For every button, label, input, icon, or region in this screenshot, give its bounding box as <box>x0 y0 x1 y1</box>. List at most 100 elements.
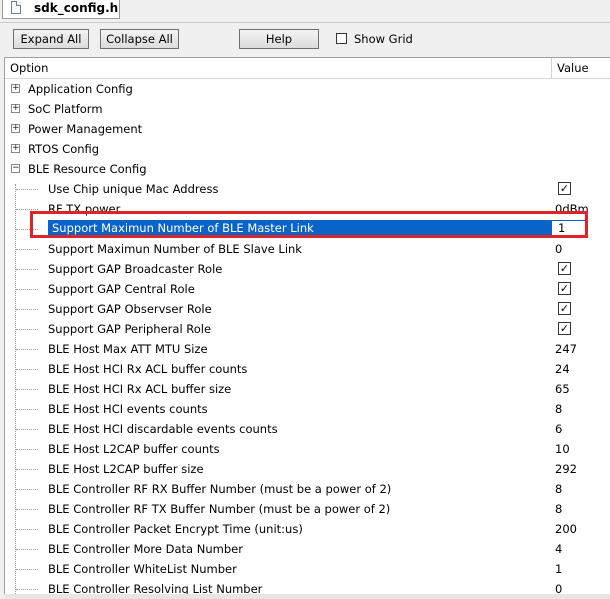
group-label: Application Config <box>28 82 133 96</box>
config-item-row[interactable]: BLE Controller RF TX Buffer Number (must… <box>5 499 610 519</box>
tree-branch-line <box>16 449 38 451</box>
option-value[interactable]: 200 <box>555 522 577 536</box>
tree-branch-line <box>16 509 38 511</box>
config-item-row[interactable]: Support Maximun Number of BLE Master Lin… <box>5 219 610 239</box>
option-label: Use Chip unique Mac Address <box>48 182 219 196</box>
tree-group-row[interactable]: + Power Management <box>5 119 610 139</box>
tree-branch-line <box>16 489 38 491</box>
config-item-row[interactable]: BLE Host HCI Rx ACL buffer counts 24 <box>5 359 610 379</box>
help-button[interactable]: Help <box>239 29 319 49</box>
option-checkbox[interactable]: ✓ <box>558 302 571 315</box>
option-value[interactable]: 24 <box>555 362 570 376</box>
config-item-row[interactable]: Support GAP Central Role ✓ <box>5 279 610 299</box>
config-item-row[interactable]: BLE Controller RF RX Buffer Number (must… <box>5 479 610 499</box>
expand-icon[interactable]: + <box>11 124 20 133</box>
show-grid-checkbox[interactable] <box>336 33 347 44</box>
option-value[interactable]: 6 <box>555 422 562 436</box>
option-checkbox[interactable]: ✓ <box>558 262 571 275</box>
option-value[interactable]: 8 <box>555 482 562 496</box>
config-item-row[interactable]: Use Chip unique Mac Address ✓ <box>5 179 610 199</box>
config-item-row[interactable]: Support GAP Observser Role ✓ <box>5 299 610 319</box>
config-item-row[interactable]: BLE Host HCI Rx ACL buffer size 65 <box>5 379 610 399</box>
option-value[interactable]: 292 <box>555 462 577 476</box>
tree-branch-line <box>16 349 38 351</box>
config-item-row[interactable]: BLE Controller Packet Encrypt Time (unit… <box>5 519 610 539</box>
option-label: BLE Controller Packet Encrypt Time (unit… <box>48 522 303 536</box>
tree-branch-line <box>16 429 38 431</box>
option-value[interactable]: 10 <box>555 442 570 456</box>
tree-branch-line <box>16 529 38 531</box>
tree-branch-line <box>16 289 38 291</box>
option-checkbox[interactable]: ✓ <box>558 182 571 195</box>
file-tab[interactable]: sdk_config.h <box>2 0 120 19</box>
value-edit-field[interactable]: 1 <box>551 220 587 237</box>
tree-branch-line <box>16 329 38 331</box>
config-item-row[interactable]: BLE Host HCI discardable events counts 6 <box>5 419 610 439</box>
tree-branch-line <box>16 309 38 311</box>
config-item-row[interactable]: Support GAP Peripheral Role ✓ <box>5 319 610 339</box>
expand-icon[interactable]: + <box>11 144 20 153</box>
option-value[interactable]: 247 <box>555 342 577 356</box>
tree-branch-line <box>16 409 38 411</box>
option-label: BLE Controller RF TX Buffer Number (must… <box>48 502 391 516</box>
collapse-all-button[interactable]: Collapse All <box>100 29 179 49</box>
config-item-row[interactable]: Support GAP Broadcaster Role ✓ <box>5 259 610 279</box>
config-item-row[interactable]: RF TX power 0dBm <box>5 199 610 219</box>
column-header-option[interactable]: Option <box>10 61 48 75</box>
tree-branch-line <box>16 249 38 251</box>
config-item-row[interactable]: BLE Controller WhiteList Number 1 <box>5 559 610 579</box>
group-label: BLE Resource Config <box>28 162 147 176</box>
option-value[interactable]: 4 <box>555 542 562 556</box>
option-label: Support GAP Peripheral Role <box>48 322 212 336</box>
option-label: BLE Host HCI Rx ACL buffer counts <box>48 362 248 376</box>
tree-group-row[interactable]: − BLE Resource Config <box>5 159 610 179</box>
option-label: BLE Host HCI Rx ACL buffer size <box>48 382 232 396</box>
tree-branch-line <box>16 389 38 391</box>
tree-branch-line <box>16 569 38 571</box>
option-value[interactable]: 0 <box>555 242 562 256</box>
tree-branch-line <box>16 369 38 371</box>
option-value[interactable]: 1 <box>555 562 562 576</box>
group-label: Power Management <box>28 122 143 136</box>
collapse-icon[interactable]: − <box>11 164 20 173</box>
option-value[interactable]: 0dBm <box>555 202 589 216</box>
config-item-row[interactable]: BLE Host L2CAP buffer counts 10 <box>5 439 610 459</box>
option-value[interactable]: 8 <box>555 502 562 516</box>
config-item-row[interactable]: BLE Host L2CAP buffer size 292 <box>5 459 610 479</box>
option-label: Support Maximun Number of BLE Slave Link <box>48 242 302 256</box>
column-divider[interactable] <box>551 58 552 78</box>
tree-branch-line <box>16 589 38 591</box>
column-header-value[interactable]: Value <box>557 61 589 75</box>
expand-icon[interactable]: + <box>11 84 20 93</box>
option-label: BLE Host L2CAP buffer size <box>48 462 204 476</box>
tree-group-row[interactable]: + RTOS Config <box>5 139 610 159</box>
option-checkbox[interactable]: ✓ <box>558 322 571 335</box>
group-label: RTOS Config <box>28 142 100 156</box>
option-label: BLE Controller RF RX Buffer Number (must… <box>48 482 392 496</box>
option-checkbox[interactable]: ✓ <box>558 282 571 295</box>
option-label: BLE Host L2CAP buffer counts <box>48 442 220 456</box>
expand-icon[interactable]: + <box>11 104 20 113</box>
tree-branch-line <box>16 549 38 551</box>
tree-group-row[interactable]: + Application Config <box>5 79 610 99</box>
option-value[interactable]: 8 <box>555 402 562 416</box>
config-item-row[interactable]: BLE Host Max ATT MTU Size 247 <box>5 339 610 359</box>
tree-branch-line <box>16 229 38 231</box>
horizontal-scrollbar[interactable] <box>4 594 610 599</box>
toolbar: Expand All Collapse All Help Show Grid <box>0 22 610 56</box>
config-item-row[interactable]: Support Maximun Number of BLE Slave Link… <box>5 239 610 259</box>
grid-header: Option Value <box>5 58 610 79</box>
config-item-row[interactable]: BLE Host HCI events counts 8 <box>5 399 610 419</box>
tab-title: sdk_config.h <box>34 1 119 15</box>
expand-all-button[interactable]: Expand All <box>13 29 89 49</box>
option-label: Support Maximun Number of BLE Master Lin… <box>48 220 556 237</box>
group-label: SoC Platform <box>28 102 103 116</box>
option-label: RF TX power <box>48 202 121 216</box>
option-label: BLE Controller More Data Number <box>48 542 243 556</box>
option-value[interactable]: 65 <box>555 382 570 396</box>
config-item-row[interactable]: BLE Controller More Data Number 4 <box>5 539 610 559</box>
option-label: BLE Host Max ATT MTU Size <box>48 342 208 356</box>
tree-group-row[interactable]: + SoC Platform <box>5 99 610 119</box>
tree-branch-line <box>16 269 38 271</box>
config-grid: Option Value + Application Config + SoC Pla… <box>4 57 610 599</box>
